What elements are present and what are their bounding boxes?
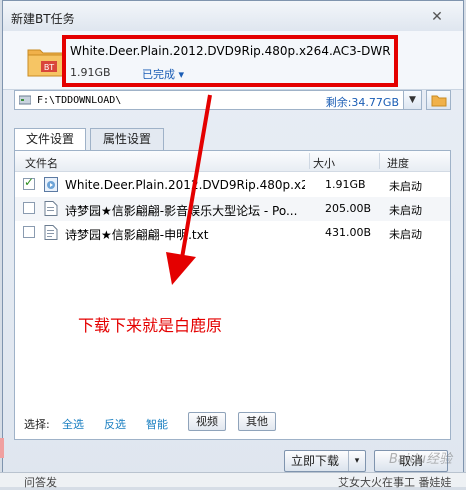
- row-checkbox[interactable]: [23, 226, 35, 238]
- save-path-text: F:\TDDOWNLOAD\: [37, 95, 122, 106]
- other-filter-button[interactable]: 其他: [238, 412, 276, 431]
- close-icon[interactable]: ✕: [429, 9, 445, 25]
- chevron-down-icon: ▼: [409, 95, 416, 105]
- column-header-size[interactable]: 大小: [313, 155, 335, 171]
- window-title: 新建BT任务: [11, 12, 75, 26]
- background-text-right: 艾女大火在事工 番娃娃: [338, 476, 452, 489]
- file-status: 未启动: [389, 180, 422, 193]
- table-row[interactable]: White.Deer.Plain.2012.DVD9Rip.480p.x2...…: [15, 173, 450, 197]
- column-header-progress[interactable]: 进度: [387, 155, 409, 171]
- chevron-down-icon: ▾: [178, 68, 185, 81]
- document-file-icon: [44, 201, 58, 216]
- selection-bar: 选择: 全选 反选 智能 视频 其他: [14, 410, 451, 434]
- smart-selection-link[interactable]: 智能: [146, 416, 168, 432]
- torrent-status-dropdown[interactable]: 已完成 ▾: [142, 66, 184, 82]
- annotation-text: 下载下来就是白鹿原: [78, 316, 223, 335]
- selection-label: 选择:: [24, 418, 50, 431]
- file-table-header: 文件名 大小 进度: [15, 151, 450, 172]
- save-path-row: F:\TDDOWNLOAD\ 剩余:34.77GB ▼: [14, 90, 451, 112]
- table-row[interactable]: 诗梦园★信影翩翩-影音娱乐大型论坛 - Po... 205.00B 未启动: [15, 197, 450, 221]
- save-path-input[interactable]: F:\TDDOWNLOAD\ 剩余:34.77GB: [14, 90, 404, 110]
- torrent-name: White.Deer.Plain.2012.DVD9Rip.480p.x264.…: [70, 44, 391, 58]
- file-list-panel: 文件名 大小 进度 White.Deer.Plain.2012.DVD9Rip.…: [14, 150, 451, 440]
- folder-icon: [431, 95, 447, 107]
- file-name: White.Deer.Plain.2012.DVD9Rip.480p.x2...: [65, 178, 305, 192]
- column-header-name[interactable]: 文件名: [25, 155, 58, 171]
- file-size: 431.00B: [325, 226, 372, 239]
- browse-folder-button[interactable]: [426, 90, 451, 110]
- chevron-down-icon[interactable]: ▾: [348, 451, 365, 471]
- watermark-logo: Baidu经验: [389, 452, 452, 467]
- invert-selection-link[interactable]: 反选: [104, 416, 126, 432]
- row-checkbox[interactable]: [23, 175, 35, 190]
- file-status: 未启动: [389, 228, 422, 241]
- title-bar: 新建BT任务 ✕: [3, 1, 463, 31]
- background-taskbar: 问答发 艾女大火在事工 番娃娃: [0, 472, 466, 489]
- drive-icon: [19, 95, 31, 105]
- file-name: 诗梦园★信影翩翩-影音娱乐大型论坛 - Po...: [65, 204, 298, 218]
- tab-property-settings[interactable]: 属性设置: [90, 128, 164, 150]
- path-dropdown-button[interactable]: ▼: [404, 90, 422, 110]
- bt-folder-icon: BT: [27, 49, 65, 77]
- background-text-left: 问答发: [24, 476, 57, 489]
- file-status: 未启动: [389, 204, 422, 217]
- video-filter-button[interactable]: 视频: [188, 412, 226, 431]
- torrent-size: 1.91GB: [70, 66, 111, 79]
- table-row[interactable]: 诗梦园★信影翩翩-申明.txt 431.00B 未启动: [15, 221, 450, 245]
- highlight-box: [62, 35, 398, 87]
- video-file-icon: [44, 177, 58, 192]
- svg-text:BT: BT: [44, 63, 54, 72]
- select-all-link[interactable]: 全选: [62, 416, 84, 432]
- row-checkbox[interactable]: [23, 202, 35, 214]
- file-name: 诗梦园★信影翩翩-申明.txt: [65, 228, 209, 242]
- text-file-icon: [44, 225, 58, 240]
- file-size: 1.91GB: [325, 178, 366, 191]
- download-now-button[interactable]: 立即下载 ▾: [284, 450, 366, 472]
- tab-file-settings[interactable]: 文件设置: [14, 128, 86, 151]
- background-window-strip: [0, 438, 4, 458]
- remaining-space: 剩余:34.77GB: [325, 96, 399, 109]
- file-size: 205.00B: [325, 202, 372, 215]
